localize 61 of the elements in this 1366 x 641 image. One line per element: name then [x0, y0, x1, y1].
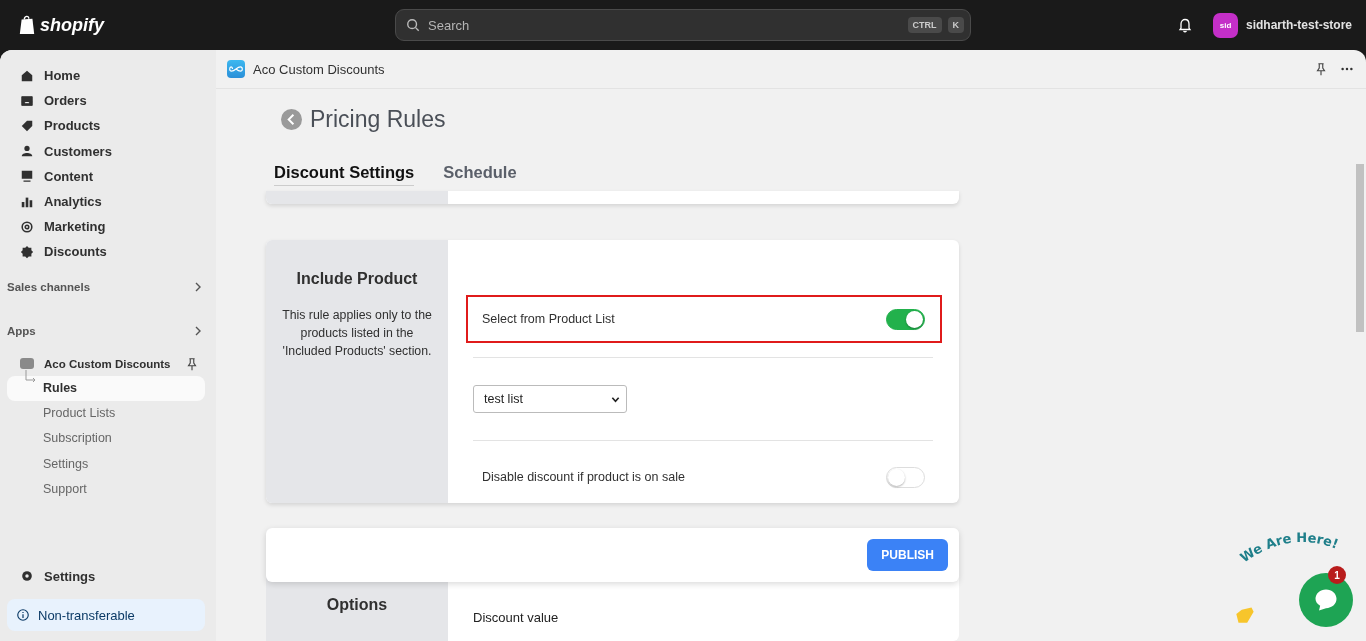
discount-icon	[20, 244, 34, 259]
search-input[interactable]: Search	[426, 16, 902, 34]
sub-nav-item[interactable]: Support	[7, 476, 205, 502]
app-nav-item[interactable]: Aco Custom Discounts	[7, 351, 205, 376]
nav-item[interactable]: Customers	[7, 138, 205, 164]
shopping-bag-icon	[18, 15, 36, 35]
person-icon	[20, 144, 34, 159]
list-dropdown[interactable]: test list	[473, 385, 627, 414]
shopify-logo[interactable]: shopify	[18, 14, 104, 36]
notice-text: Non-transferable	[38, 607, 135, 623]
nav-item[interactable]: Analytics	[7, 188, 205, 215]
chat-caption: We Are Here!	[1232, 523, 1362, 569]
search-field[interactable]: Search CTRL K	[395, 9, 971, 41]
field-label: Discount value	[473, 610, 559, 626]
keyboard-key: CTRL	[907, 17, 942, 33]
app-icon	[227, 60, 245, 78]
keyboard-key: K	[947, 17, 964, 33]
sub-nav-item[interactable]: Product Lists	[7, 400, 205, 426]
page-title: Pricing Rules	[310, 106, 446, 133]
pin-icon[interactable]	[1314, 62, 1328, 76]
tab[interactable]: Discount Settings	[274, 163, 415, 186]
content-icon	[20, 169, 34, 184]
card-title: Options	[326, 596, 388, 616]
nav-item[interactable]: Products	[7, 113, 205, 139]
sales-channels-section[interactable]: Sales channels	[7, 280, 205, 293]
chevron-right-icon	[193, 325, 203, 336]
chat-button[interactable]	[1299, 573, 1353, 627]
setting-label: Disable discount if product is on sale	[482, 470, 685, 485]
back-icon[interactable]	[281, 109, 302, 130]
sub-nav-item[interactable]: Subscription	[7, 425, 205, 452]
orders-icon	[20, 93, 34, 108]
search-icon	[406, 18, 420, 32]
nav-item[interactable]: Marketing	[7, 214, 205, 240]
sub-nav-item[interactable]: Settings	[7, 451, 205, 477]
target-icon	[20, 219, 34, 234]
sub-nav-item[interactable]: Rules	[7, 375, 205, 401]
logo-text: shopify	[40, 14, 104, 36]
nav-item[interactable]: Orders	[7, 88, 205, 114]
apps-section[interactable]: Apps	[7, 324, 205, 337]
setting-label: Select from Product List	[482, 312, 615, 327]
store-avatar[interactable]: sid	[1213, 12, 1238, 38]
publish-button[interactable]: PUBLISH	[867, 539, 948, 572]
store-name[interactable]: sidharth-test-store	[1246, 18, 1352, 32]
settings-nav-item[interactable]: Settings	[7, 563, 205, 589]
nav-item[interactable]: Content	[7, 163, 205, 189]
card-description: This rule applies only to the products listed in the 'Included Products' section.	[282, 307, 432, 361]
toggle-switch[interactable]	[886, 308, 925, 330]
card-title: Include Product	[295, 270, 419, 289]
tab[interactable]: Schedule	[443, 163, 517, 186]
info-icon	[16, 608, 30, 622]
chevron-right-icon	[193, 281, 203, 292]
nav-item[interactable]: Home	[7, 63, 205, 89]
tag-icon	[20, 118, 34, 133]
app-title: Aco Custom Discounts	[253, 61, 385, 77]
home-icon	[20, 68, 34, 83]
pin-icon	[185, 356, 199, 371]
scrollbar[interactable]	[1356, 164, 1364, 332]
app-icon	[20, 358, 34, 369]
bell-icon[interactable]	[1177, 17, 1193, 33]
notification-badge: 1	[1328, 566, 1346, 584]
nav-item[interactable]: Discounts	[7, 239, 205, 265]
